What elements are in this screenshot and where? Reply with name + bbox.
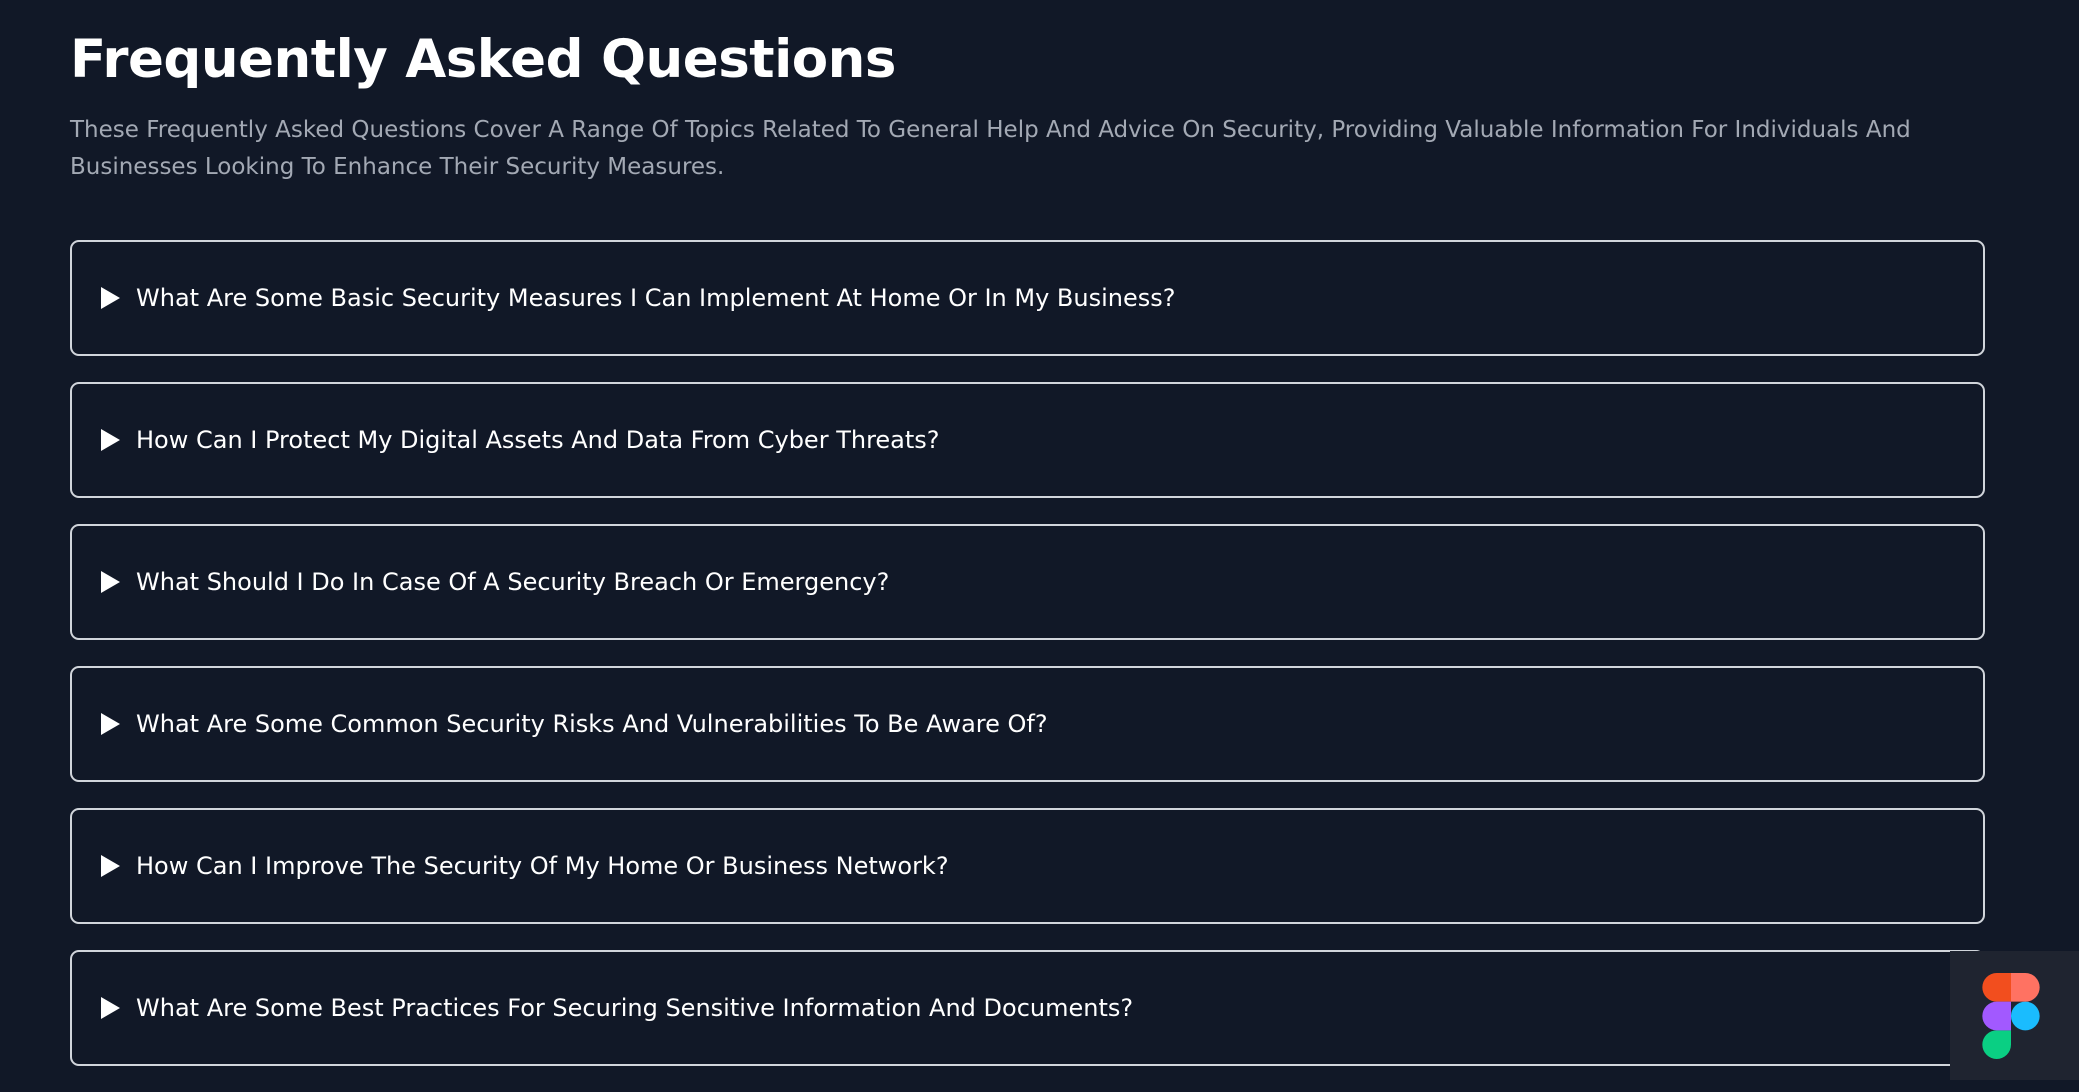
- faq-item[interactable]: What Should I Do In Case Of A Security B…: [70, 524, 1985, 640]
- faq-section: Frequently Asked Questions These Frequen…: [70, 0, 1985, 1066]
- faq-item[interactable]: How Can I Protect My Digital Assets And …: [70, 382, 1985, 498]
- triangle-right-icon: [101, 855, 120, 877]
- page-title: Frequently Asked Questions: [70, 29, 896, 90]
- faq-question: How Can I Protect My Digital Assets And …: [136, 426, 940, 454]
- triangle-right-icon: [101, 287, 120, 309]
- triangle-right-icon: [101, 713, 120, 735]
- faq-item[interactable]: What Are Some Basic Security Measures I …: [70, 240, 1985, 356]
- page-subtitle: These Frequently Asked Questions Cover A…: [70, 117, 1911, 180]
- faq-item[interactable]: How Can I Improve The Security Of My Hom…: [70, 808, 1985, 924]
- triangle-right-icon: [101, 571, 120, 593]
- faq-question: What Should I Do In Case Of A Security B…: [136, 568, 890, 596]
- triangle-right-icon: [101, 997, 120, 1019]
- figma-badge[interactable]: [1950, 951, 2079, 1080]
- faq-question: What Are Some Best Practices For Securin…: [136, 994, 1134, 1022]
- faq-item[interactable]: What Are Some Common Security Risks And …: [70, 666, 1985, 782]
- triangle-right-icon: [101, 429, 120, 451]
- faq-list: What Are Some Basic Security Measures I …: [70, 240, 1985, 1092]
- faq-question: How Can I Improve The Security Of My Hom…: [136, 852, 949, 880]
- faq-question: What Are Some Basic Security Measures I …: [136, 284, 1176, 312]
- faq-question: What Are Some Common Security Risks And …: [136, 710, 1048, 738]
- faq-item[interactable]: What Are Some Best Practices For Securin…: [70, 950, 1985, 1066]
- figma-logo-icon: [1982, 973, 2040, 1059]
